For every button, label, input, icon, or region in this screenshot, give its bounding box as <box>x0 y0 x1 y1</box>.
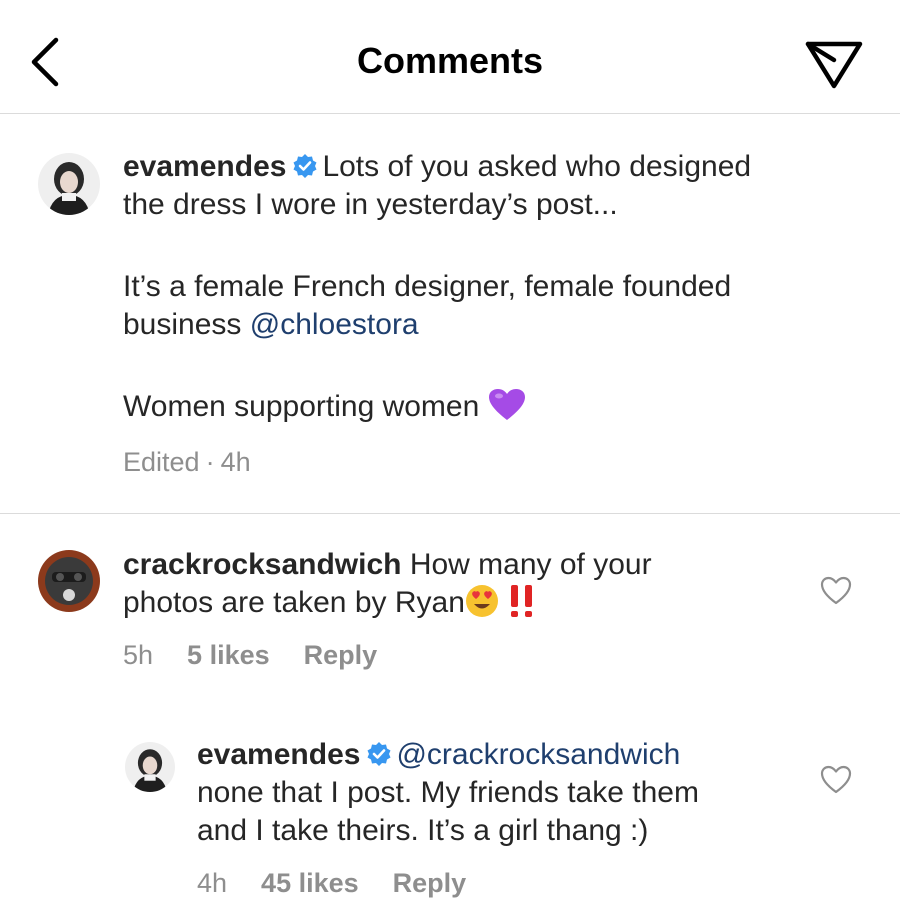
heart-outline-icon <box>820 576 852 605</box>
heart-eyes-icon <box>465 585 498 617</box>
comment-text: crackrocksandwich How many of your photo… <box>123 546 803 622</box>
reply-time: 4h <box>197 868 228 898</box>
caption-line1: Lots of you asked who designed <box>322 150 752 183</box>
double-exclamation-icon <box>510 585 532 617</box>
comment-line1: How many of your <box>409 548 652 581</box>
avatar-image <box>38 153 100 215</box>
paper-plane-icon <box>805 41 863 89</box>
share-button[interactable] <box>804 38 864 90</box>
header-bar: Comments <box>0 0 900 114</box>
comment-time: 5h <box>123 640 154 670</box>
avatar[interactable] <box>38 153 100 215</box>
reply-line3: and I take theirs. It’s a girl thang :) <box>197 814 649 847</box>
avatar-image <box>38 550 100 612</box>
caption-text: evamendes Lots of you asked who designed … <box>123 148 863 426</box>
caption-mention-link[interactable]: @chloestora <box>250 308 419 341</box>
purple-heart-icon <box>488 389 525 420</box>
page-title: Comments <box>356 40 544 81</box>
edited-label: Edited <box>123 447 200 477</box>
reply-button[interactable]: Reply <box>393 868 467 898</box>
reply-mention-link[interactable]: @crackrocksandwich <box>396 738 680 771</box>
like-button[interactable] <box>820 576 852 606</box>
heart-outline-icon <box>820 765 852 794</box>
caption-username[interactable]: evamendes <box>123 150 286 183</box>
caption-divider <box>0 513 900 514</box>
verified-badge-icon <box>367 742 391 766</box>
avatar-image <box>125 742 175 792</box>
meta-separator: · <box>205 447 215 477</box>
reply-text: evamendes @crackrocksandwich none that I … <box>197 736 807 850</box>
verified-badge-icon <box>293 154 317 178</box>
like-button[interactable] <box>820 765 852 795</box>
avatar[interactable] <box>125 742 175 792</box>
comment-username[interactable]: crackrocksandwich <box>123 548 401 581</box>
caption-para3: Women supporting women <box>123 390 480 423</box>
reply-likes-link[interactable]: 45 likes <box>261 868 359 898</box>
reply-line2: none that I post. My friends take them <box>197 776 699 809</box>
comment-likes-link[interactable]: 5 likes <box>187 640 270 670</box>
caption-para2: It’s a female French designer, female fo… <box>123 270 732 303</box>
caption-line2: the dress I wore in yesterday’s post... <box>123 188 618 221</box>
caption-time: 4h <box>220 447 251 477</box>
caption-para2-line2: business <box>123 308 242 341</box>
comment-meta: 5h 5 likes Reply <box>123 640 411 671</box>
reply-meta: 4h 45 likes Reply <box>197 868 500 899</box>
comment-line2: photos are taken by Ryan <box>123 586 465 619</box>
reply-username[interactable]: evamendes <box>197 738 360 771</box>
avatar[interactable] <box>38 550 100 612</box>
caption-meta: Edited · 4h <box>123 447 285 478</box>
reply-button[interactable]: Reply <box>304 640 378 670</box>
